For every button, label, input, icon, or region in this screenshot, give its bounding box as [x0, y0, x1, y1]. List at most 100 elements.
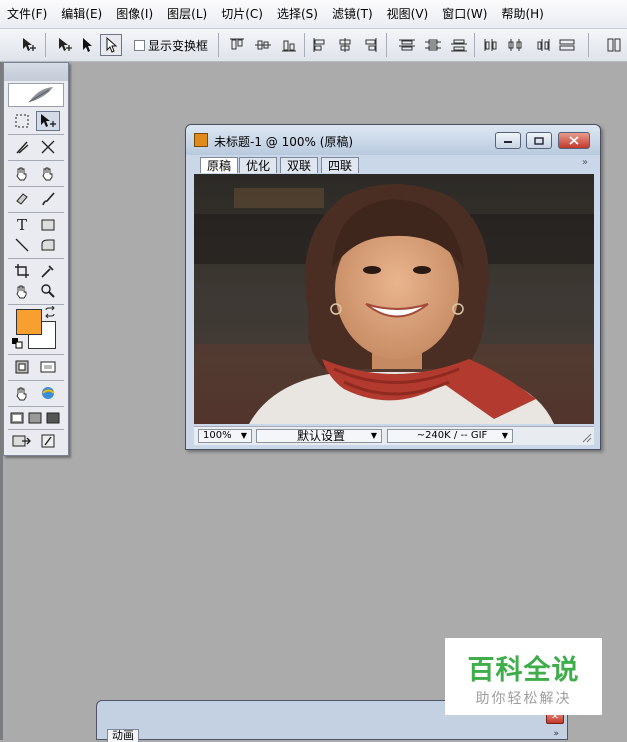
tab-animation-label: 动画	[112, 729, 134, 742]
pen-tool-icon[interactable]	[10, 137, 34, 157]
tab-optimized-label: 优化	[246, 159, 271, 173]
hide-slices-icon[interactable]	[10, 357, 34, 377]
maximize-button[interactable]	[526, 132, 552, 149]
preset-dropdown-arrow-icon: ▼	[370, 431, 377, 440]
move-icon[interactable]	[54, 34, 76, 56]
align-hcenter-icon[interactable]	[334, 34, 356, 56]
preview-hand-icon[interactable]	[10, 383, 34, 403]
size-info-dropdown-arrow-icon: ▼	[501, 431, 508, 440]
distribute-right-icon[interactable]	[532, 34, 554, 56]
hand-drag-tool-icon[interactable]	[10, 163, 34, 183]
text-tool-icon[interactable]: T	[10, 215, 34, 235]
distribute-bottom-icon[interactable]	[448, 34, 470, 56]
close-icon	[569, 136, 579, 145]
menu-layer[interactable]: 图层(L)	[160, 0, 214, 28]
canvas-image[interactable]	[194, 174, 594, 424]
tab-original-label: 原稿	[207, 159, 232, 173]
fullscreen-menu-mode-icon[interactable]	[26, 408, 44, 428]
crop-tool-icon[interactable]	[10, 261, 34, 281]
tabs-overflow-chevron-icon[interactable]: »	[582, 157, 588, 168]
document-title: 未标题-1 @ 100% (原稿)	[214, 135, 354, 149]
hand-tool-icon[interactable]	[10, 281, 34, 301]
menu-file[interactable]: 文件(F)	[0, 0, 54, 28]
pointer-tool-icon[interactable]	[36, 111, 60, 131]
size-info-value: ~240K / -- GIF	[416, 430, 488, 441]
document-status-bar: 100% ▼ 默认设置 ▼ ~240K / -- GIF ▼	[194, 426, 594, 445]
eraser-tool-icon[interactable]	[10, 189, 34, 209]
menu-edit[interactable]: 编辑(E)	[54, 0, 109, 28]
feather-logo-icon	[28, 87, 53, 103]
show-slices-icon[interactable]	[36, 357, 60, 377]
align-vcenter-icon[interactable]	[252, 34, 274, 56]
document-icon	[194, 133, 208, 147]
preset-dropdown[interactable]: 默认设置 ▼	[256, 429, 382, 443]
menu-slice[interactable]: 切片(C)	[214, 0, 270, 28]
brush-tool-icon[interactable]	[36, 189, 60, 209]
watermark-subtitle: 助你轻松解决	[475, 691, 572, 707]
zoom-dropdown-arrow-icon: ▼	[240, 431, 247, 440]
swap-colors-icon[interactable]	[42, 305, 58, 319]
document-view-tabs: 原稿 优化 双联 四联 »	[194, 155, 592, 173]
portrait-photo	[194, 174, 594, 424]
align-top-icon[interactable]	[226, 34, 248, 56]
tools-panel-grip[interactable]	[4, 63, 68, 81]
eyedropper-tool-icon[interactable]	[36, 261, 60, 281]
tab-4up[interactable]: 四联	[321, 157, 360, 173]
minimize-button[interactable]	[495, 132, 521, 149]
tools-logo-area	[8, 83, 64, 107]
edit-in-photoshop-icon[interactable]	[36, 431, 60, 451]
jump-to-imageready-icon[interactable]	[10, 431, 34, 451]
show-transform-checkbox[interactable]: 显示变换框	[134, 34, 208, 56]
hand-select-tool-icon[interactable]	[36, 163, 60, 183]
zoom-tool-icon[interactable]	[36, 281, 60, 301]
marquee-tool-icon[interactable]	[10, 111, 34, 131]
line-tool-icon[interactable]	[10, 235, 34, 255]
match-height-icon[interactable]	[600, 34, 627, 56]
preset-value: 默认设置	[296, 429, 345, 443]
match-width-icon[interactable]	[556, 34, 578, 56]
tab-animation[interactable]: 动画	[107, 729, 139, 742]
subselect-arrow-icon[interactable]	[100, 34, 122, 56]
align-bottom-icon[interactable]	[278, 34, 300, 56]
tab-4up-label: 四联	[328, 159, 353, 173]
tab-2up[interactable]: 双联	[280, 157, 319, 173]
menu-select[interactable]: 选择(S)	[270, 0, 325, 28]
standard-mode-icon[interactable]	[8, 408, 26, 428]
watermark-title: 百科全说	[467, 655, 580, 686]
menu-image[interactable]: 图像(I)	[109, 0, 160, 28]
tab-original[interactable]: 原稿	[200, 157, 239, 173]
minimize-icon	[504, 140, 512, 143]
distribute-top-icon[interactable]	[396, 34, 418, 56]
panel-overflow-chevron-icon[interactable]: »	[553, 729, 559, 739]
align-right-icon[interactable]	[358, 34, 380, 56]
tab-2up-label: 双联	[287, 159, 312, 173]
menu-filter[interactable]: 滤镜(T)	[325, 0, 380, 28]
foreground-color-swatch[interactable]	[16, 309, 42, 335]
preview-in-browser-icon[interactable]	[36, 383, 60, 403]
options-bar: 显示变换框	[0, 29, 627, 62]
align-left-icon[interactable]	[310, 34, 332, 56]
resize-grip-icon[interactable]	[582, 433, 592, 443]
maximize-icon	[534, 136, 544, 145]
zoom-dropdown[interactable]: 100% ▼	[198, 429, 252, 443]
rectangle-tool-icon[interactable]	[36, 215, 60, 235]
pointer-arrow-icon[interactable]	[76, 34, 98, 56]
tools-panel: T	[3, 62, 69, 456]
size-info-dropdown[interactable]: ~240K / -- GIF ▼	[387, 429, 513, 443]
distribute-vcenter-icon[interactable]	[422, 34, 444, 56]
move-tool-preset-icon[interactable]	[18, 34, 40, 56]
distribute-left-icon[interactable]	[480, 34, 502, 56]
fullscreen-mode-icon[interactable]	[44, 408, 62, 428]
menu-view[interactable]: 视图(V)	[380, 0, 436, 28]
distribute-hcenter-icon[interactable]	[504, 34, 526, 56]
checkbox-box[interactable]	[134, 39, 145, 51]
document-title-bar[interactable]: 未标题-1 @ 100% (原稿)	[186, 125, 600, 155]
close-button[interactable]	[558, 132, 590, 149]
freeform-tool-icon[interactable]	[36, 235, 60, 255]
menu-window[interactable]: 窗口(W)	[435, 0, 494, 28]
scissors-tool-icon[interactable]	[36, 137, 60, 157]
menu-help[interactable]: 帮助(H)	[494, 0, 550, 28]
tab-optimized[interactable]: 优化	[239, 157, 278, 173]
menu-bar: 文件(F) 编辑(E) 图像(I) 图层(L) 切片(C) 选择(S) 滤镜(T…	[0, 0, 627, 29]
default-colors-icon[interactable]	[10, 337, 24, 349]
